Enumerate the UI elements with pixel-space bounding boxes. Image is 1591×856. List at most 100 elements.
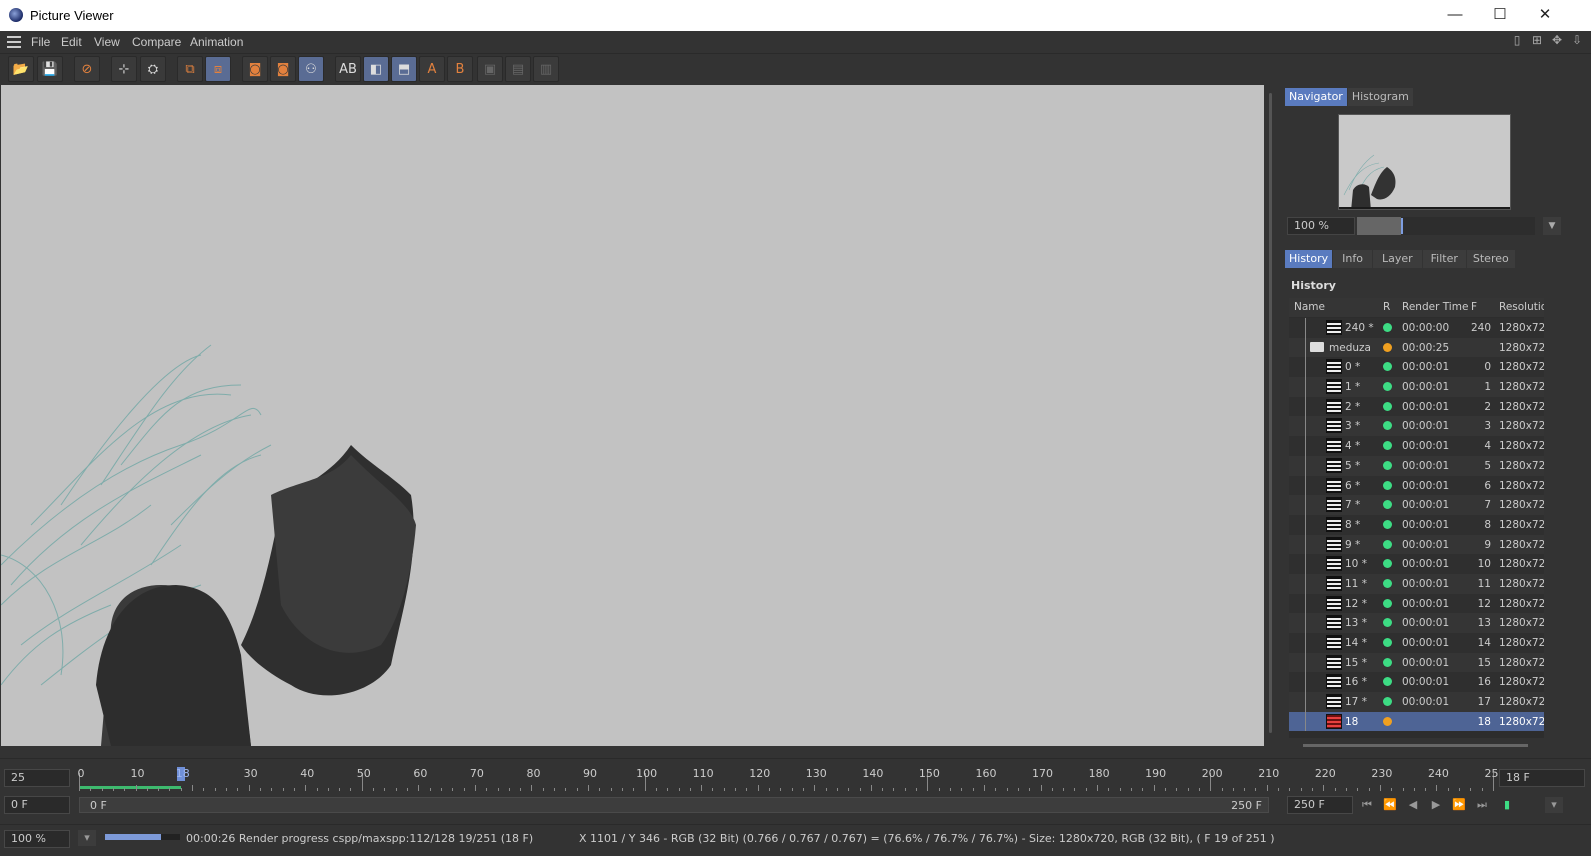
table-row[interactable]: 18 18 1280x72 [1289, 711, 1544, 732]
table-row[interactable]: 15 * 00:00:01 15 1280x72 [1289, 652, 1544, 673]
play-forward-icon[interactable]: ▶ [1427, 797, 1445, 813]
table-row[interactable]: meduza 00:00:25 1280x72 [1289, 337, 1544, 358]
menu-compare[interactable]: Compare [132, 35, 181, 49]
table-row[interactable]: 8 * 00:00:01 8 1280x72 [1289, 514, 1544, 535]
play-backward-icon[interactable]: ◀ [1404, 797, 1422, 813]
stop-render-icon[interactable]: ⊘ [74, 56, 100, 82]
paste-icon[interactable]: ⧈ [205, 56, 231, 82]
view-mode-2-icon[interactable]: ◙ [270, 56, 296, 82]
history-rows: 240 * 00:00:00 240 1280x72 meduza 00:00:25 128… [1289, 318, 1544, 732]
tab-navigator[interactable]: Navigator [1285, 88, 1347, 106]
disabled-tool-3-icon[interactable]: ▥ [533, 56, 559, 82]
go-to-start-icon[interactable]: ⏮ [1358, 797, 1376, 813]
tab-history[interactable]: History [1285, 250, 1333, 268]
save-icon[interactable]: 💾 [37, 56, 63, 82]
table-row[interactable]: 14 * 00:00:01 14 1280x72 [1289, 633, 1544, 653]
disabled-tool-2-icon[interactable]: ▤ [505, 56, 531, 82]
region-render-icon[interactable]: ⊹ [111, 56, 137, 82]
table-row[interactable]: 4 * 00:00:01 4 1280x72 [1289, 436, 1544, 456]
table-row[interactable]: 6 * 00:00:01 6 1280x72 [1289, 475, 1544, 496]
navigator-zoom-field[interactable]: 100 % [1287, 217, 1355, 235]
navigator-zoom-slider[interactable] [1357, 217, 1535, 235]
table-row[interactable]: 16 * 00:00:01 16 1280x72 [1289, 672, 1544, 693]
viewport-scroll-thumb[interactable] [1269, 93, 1272, 733]
menu-view[interactable]: View [94, 35, 120, 49]
preview-range-bar[interactable]: 0 F 250 F [79, 797, 1269, 813]
zoom-dropdown-icon[interactable]: ▾ [78, 830, 96, 846]
tab-histogram[interactable]: Histogram [1347, 88, 1413, 106]
start-frame-field[interactable]: 0 F [4, 796, 70, 814]
col-name[interactable]: Name [1294, 301, 1325, 313]
history-scrollbar[interactable] [1545, 298, 1553, 738]
navigator-thumbnail[interactable] [1338, 114, 1511, 210]
table-row[interactable]: 11 * 00:00:01 11 1280x72 [1289, 573, 1544, 594]
dock-icon[interactable]: ⇩ [1569, 33, 1585, 49]
tree-line [1305, 593, 1306, 614]
menu-edit[interactable]: Edit [61, 35, 82, 49]
history-hscroll-thumb[interactable] [1303, 744, 1528, 747]
close-button[interactable]: ✕ [1522, 0, 1568, 31]
loop-toggle-icon[interactable]: ▮ [1498, 797, 1516, 813]
table-row[interactable]: 17 * 00:00:01 17 1280x72 [1289, 692, 1544, 712]
col-r[interactable]: R [1383, 301, 1390, 313]
current-frame-field[interactable]: 18 F [1499, 769, 1585, 787]
open-icon[interactable]: 📂 [8, 56, 34, 82]
table-row[interactable]: 240 * 00:00:00 240 1280x72 [1289, 318, 1544, 338]
viewport-scrollbar[interactable] [1266, 85, 1276, 746]
previous-frame-icon[interactable]: ⏪ [1381, 797, 1399, 813]
ruler-tick [327, 788, 329, 791]
ruler-tick [983, 785, 985, 791]
new-panel-icon[interactable]: ⊞ [1529, 33, 1545, 49]
col-resolution[interactable]: Resolutio [1499, 301, 1544, 313]
table-row[interactable]: 3 * 00:00:01 3 1280x72 [1289, 416, 1544, 437]
zoom-field[interactable]: 100 % [4, 830, 70, 848]
history-hscrollbar[interactable] [1289, 741, 1544, 751]
set-b-icon[interactable]: B [447, 56, 473, 82]
tab-stereo[interactable]: Stereo [1466, 250, 1515, 268]
zoom-slider-knob[interactable] [1401, 218, 1403, 234]
disabled-tool-1-icon[interactable]: ▣ [477, 56, 503, 82]
table-row[interactable]: 0 * 00:00:01 0 1280x72 [1289, 357, 1544, 378]
tab-info[interactable]: Info [1333, 250, 1372, 268]
move-icon[interactable]: ✥ [1549, 33, 1565, 49]
table-row[interactable]: 5 * 00:00:01 5 1280x72 [1289, 455, 1544, 476]
render-viewport[interactable] [1, 85, 1264, 746]
fps-field[interactable]: 25 [4, 769, 70, 787]
timeline-ruler[interactable]: 0 10 18 30 40 50 60 70 80 90 100 110 120 130 140 150 160… [78, 765, 1506, 791]
go-to-end-icon[interactable]: ⏭ [1473, 797, 1491, 813]
table-row[interactable]: 12 * 00:00:01 12 1280x72 [1289, 593, 1544, 614]
table-row[interactable]: 2 * 00:00:01 2 1280x72 [1289, 396, 1544, 417]
table-row[interactable]: 13 * 00:00:01 13 1280x72 [1289, 613, 1544, 633]
copy-icon[interactable]: ⧉ [177, 56, 203, 82]
end-frame-field[interactable]: 250 F [1287, 796, 1353, 814]
tab-layer[interactable]: Layer [1372, 250, 1422, 268]
table-row[interactable]: 1 * 00:00:01 1 1280x72 [1289, 377, 1544, 397]
col-render-time[interactable]: Render Time [1402, 301, 1468, 313]
compare-icon[interactable]: ⚇ [298, 56, 324, 82]
menu-file[interactable]: File [31, 35, 50, 49]
view-mode-1-icon[interactable]: ◙ [242, 56, 268, 82]
next-frame-icon[interactable]: ⏩ [1450, 797, 1468, 813]
maximize-button[interactable]: ☐ [1477, 0, 1523, 31]
tree-line [1305, 534, 1306, 555]
ruler-tick [158, 788, 160, 791]
table-row[interactable]: 7 * 00:00:01 7 1280x72 [1289, 495, 1544, 515]
split-vertical-icon[interactable]: ◧ [363, 56, 389, 82]
status-dot [1383, 480, 1392, 490]
tab-filter[interactable]: Filter [1422, 250, 1466, 268]
interactive-render-icon[interactable]: ⛭ [140, 56, 166, 82]
minimize-button[interactable]: — [1432, 0, 1478, 31]
split-horizontal-icon[interactable]: ⬒ [391, 56, 417, 82]
timeline-dropdown-icon[interactable]: ▾ [1545, 797, 1563, 813]
zoom-dropdown-icon[interactable]: ▼ [1543, 217, 1561, 235]
set-a-icon[interactable]: A [419, 56, 445, 82]
panel-layout-icon[interactable]: ▯ [1509, 33, 1525, 49]
menu-animation[interactable]: Animation [190, 35, 243, 49]
table-row[interactable]: 9 * 00:00:01 9 1280x72 [1289, 534, 1544, 555]
ruler-tick [848, 788, 850, 791]
hamburger-menu-icon[interactable] [7, 36, 21, 48]
table-row[interactable]: 10 * 00:00:01 10 1280x72 [1289, 554, 1544, 574]
tree-line [1305, 514, 1306, 535]
ab-compare-icon[interactable]: AB [335, 56, 361, 82]
col-f[interactable]: F [1471, 301, 1477, 313]
